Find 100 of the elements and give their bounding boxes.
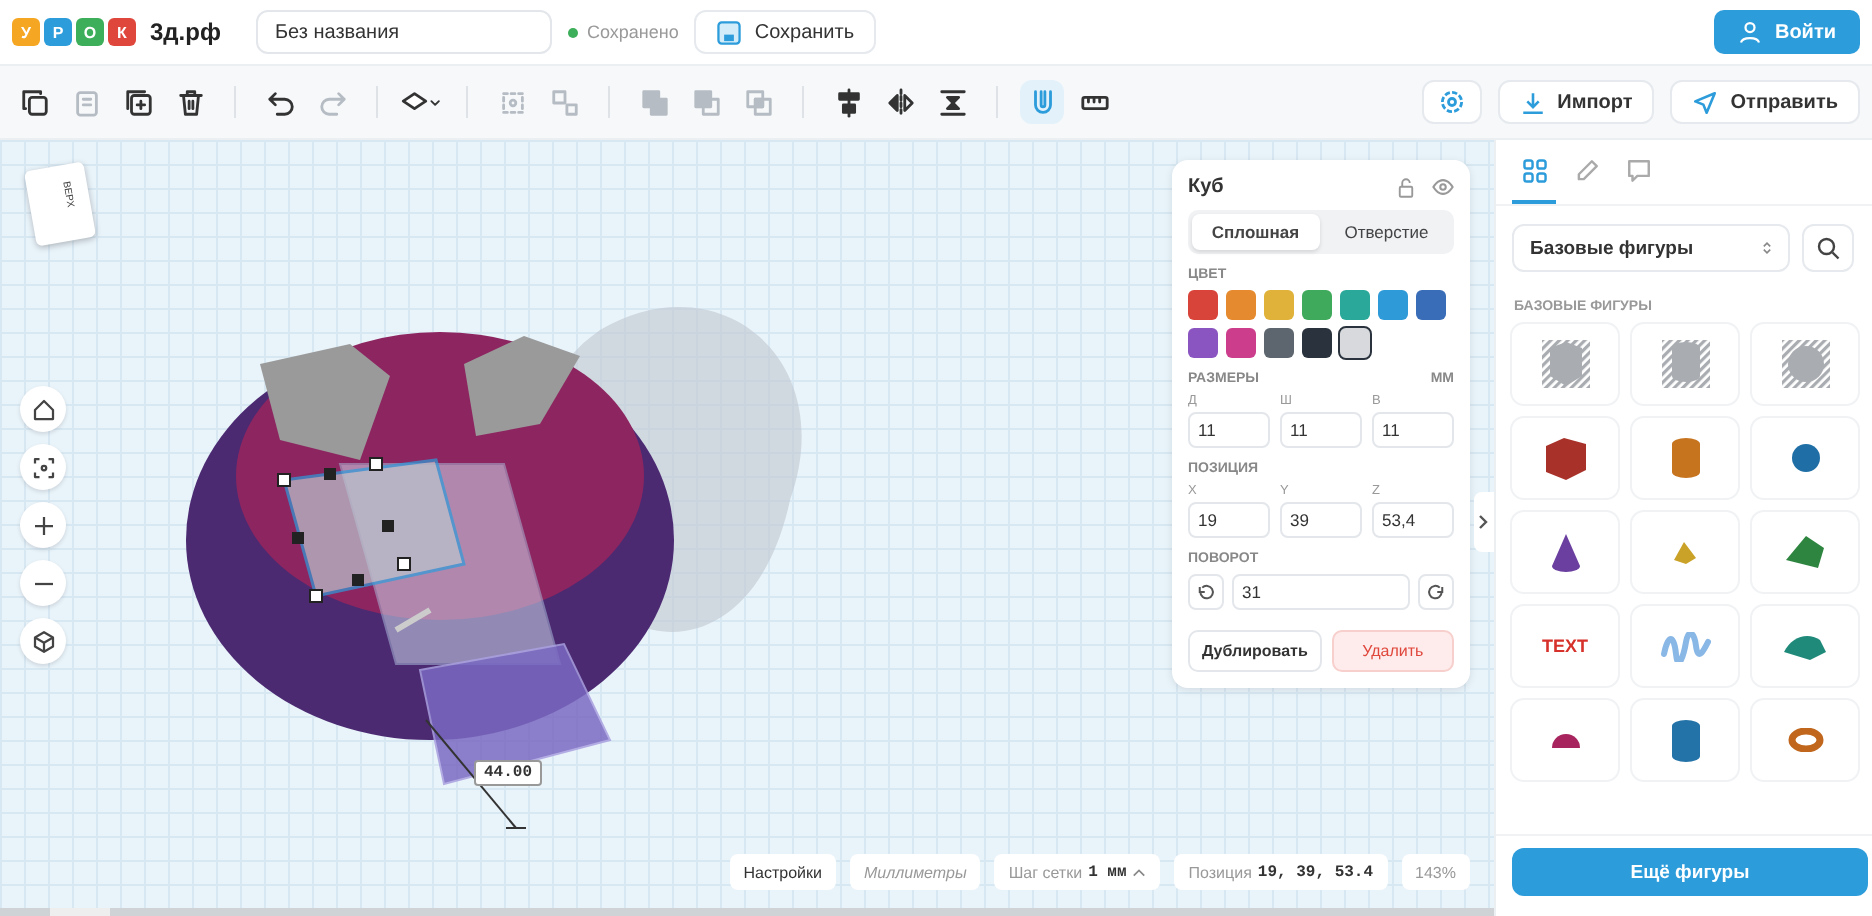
shape-tile[interactable]: TEXT (1510, 604, 1620, 688)
lock-icon[interactable] (1396, 177, 1416, 197)
fit-view-button[interactable] (20, 444, 66, 490)
import-button[interactable]: Импорт (1497, 80, 1655, 124)
save-status: Сохранено (586, 22, 679, 42)
download-icon (1519, 89, 1546, 115)
solid-hole-tab[interactable]: Сплошная (1192, 214, 1319, 250)
settings-button[interactable]: Настройки (729, 854, 836, 890)
grid-step-button[interactable]: Шаг сетки 1 мм (994, 854, 1161, 890)
position-readout: Позиция 19, 39, 53.4 (1174, 854, 1388, 890)
shape-tile[interactable] (1630, 604, 1740, 688)
color-swatch[interactable] (1226, 328, 1256, 358)
collapse-panel-button[interactable] (1474, 492, 1494, 552)
text-shape-label: TEXT (1541, 636, 1588, 656)
position-field[interactable]: 53,4 (1372, 502, 1454, 538)
logo-letter: У (12, 18, 40, 46)
floppy-icon (716, 19, 743, 45)
shape-tile[interactable] (1750, 322, 1860, 406)
category-dropdown[interactable]: Базовые фигуры (1512, 224, 1790, 272)
color-swatch[interactable] (1416, 290, 1446, 320)
cube-button[interactable] (20, 618, 66, 664)
zoom-in-icon (31, 513, 55, 537)
shape-tile[interactable] (1510, 322, 1620, 406)
rotation-field[interactable]: 31 (1232, 574, 1410, 610)
dimension-label: 44.00 (474, 760, 543, 786)
shape-tile[interactable] (1750, 416, 1860, 500)
size-field[interactable]: 11 (1280, 412, 1362, 448)
send-button[interactable]: Отправить (1670, 80, 1860, 124)
color-swatch[interactable] (1188, 290, 1218, 320)
home-icon (31, 397, 55, 421)
shape-tile[interactable] (1510, 416, 1620, 500)
saved-dot-icon (568, 27, 579, 37)
shape-title: Куб (1188, 176, 1226, 198)
paste-icon (71, 87, 101, 117)
subtract-icon (691, 87, 721, 117)
copy-icon (19, 87, 49, 117)
trash-icon (175, 87, 205, 117)
shape-tile[interactable] (1630, 322, 1740, 406)
logo-letter: Р (44, 18, 72, 46)
distribute-icon (937, 87, 967, 117)
settings-icon (1437, 88, 1466, 116)
color-swatch[interactable] (1340, 290, 1370, 320)
position-field[interactable]: 39 (1280, 502, 1362, 538)
color-swatch[interactable] (1188, 328, 1218, 358)
rotate-left-icon (1196, 582, 1216, 602)
settings-button[interactable] (1421, 80, 1482, 124)
color-swatch[interactable] (1302, 328, 1332, 358)
group-icon (497, 87, 527, 117)
grid-icon (1521, 157, 1547, 183)
comment-icon (1625, 157, 1651, 183)
color-swatch[interactable] (1302, 290, 1332, 320)
color-swatch[interactable] (1264, 328, 1294, 358)
shape-tile[interactable] (1510, 698, 1620, 782)
logo-letter: К (108, 18, 136, 46)
rotate-right-button[interactable] (1418, 574, 1454, 610)
redo-icon (317, 87, 347, 117)
size-field[interactable]: 11 (1188, 412, 1270, 448)
color-swatch[interactable] (1264, 290, 1294, 320)
chevron-right-icon (1478, 514, 1490, 530)
shape-tile[interactable] (1750, 698, 1860, 782)
search-button[interactable] (1802, 224, 1854, 272)
site-name: 3д.рф (150, 18, 221, 46)
fit-view-icon (31, 455, 55, 479)
updown-caret-icon (1762, 240, 1772, 256)
size-field[interactable]: 11 (1372, 412, 1454, 448)
shape-tile[interactable] (1510, 510, 1620, 594)
delete-button[interactable]: Удалить (1331, 630, 1454, 672)
ungroup-icon (549, 87, 579, 117)
cube-icon (31, 629, 55, 653)
shape-tile[interactable] (1750, 604, 1860, 688)
title-field[interactable]: Без названия (256, 10, 553, 54)
align-icon (833, 87, 863, 117)
color-swatch[interactable] (1340, 328, 1370, 358)
user-icon (1738, 20, 1763, 44)
save-button[interactable]: Сохранить (694, 10, 877, 54)
duplicate-icon (123, 87, 153, 117)
eye-icon[interactable] (1432, 176, 1454, 198)
solid-hole-tab[interactable]: Отверстие (1323, 214, 1450, 250)
intersect-icon (743, 87, 773, 117)
send-icon (1692, 89, 1719, 115)
zoom-in-button[interactable] (20, 502, 66, 548)
mirror-icon (885, 87, 915, 117)
shape-tile[interactable] (1630, 416, 1740, 500)
shape-tile[interactable] (1630, 510, 1740, 594)
home-button[interactable] (20, 386, 66, 432)
search-icon (1816, 236, 1840, 260)
position-field[interactable]: 19 (1188, 502, 1270, 538)
shape-tile[interactable] (1750, 510, 1860, 594)
color-swatch[interactable] (1378, 290, 1408, 320)
undo-icon (265, 87, 295, 117)
rotate-left-button[interactable] (1188, 574, 1224, 610)
rotate-right-icon (1426, 582, 1446, 602)
union-icon (639, 87, 669, 117)
caret-icon (1132, 867, 1147, 877)
shape-tile[interactable] (1630, 698, 1740, 782)
duplicate-button[interactable]: Дублировать (1188, 630, 1322, 672)
zoom-level: 143% (1401, 854, 1470, 890)
pencil-icon (1573, 157, 1599, 183)
color-swatch[interactable] (1226, 290, 1256, 320)
logo-letter: О (76, 18, 104, 46)
